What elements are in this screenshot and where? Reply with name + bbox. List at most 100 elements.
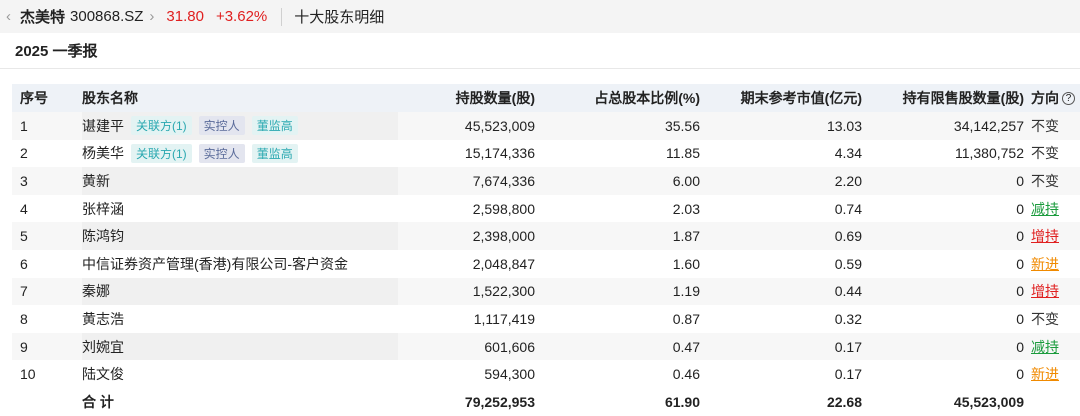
row-direction: 不变 bbox=[1024, 116, 1078, 136]
row-shares: 7,674,336 bbox=[472, 172, 535, 189]
header-shares[interactable]: 持股数量(股) bbox=[397, 88, 535, 108]
tag-controller[interactable]: 实控人 bbox=[198, 143, 245, 163]
shareholder-name[interactable]: 陈鸿钧 bbox=[82, 226, 124, 246]
name-cell-bg bbox=[82, 332, 398, 361]
direction-label: 不变 bbox=[1031, 172, 1059, 189]
row-restricted: 0 bbox=[1016, 283, 1024, 300]
table-row[interactable]: 8 黄志浩 1,117,419 0.87 0.32 0 不变 bbox=[12, 305, 1080, 333]
row-restricted: 11,380,752 bbox=[954, 145, 1024, 162]
direction-label: 不变 bbox=[1031, 145, 1059, 162]
table-row[interactable]: 1 谌建平 关联方(1) 实控人 董监高 45,523,009 35.56 13.03 34,1… bbox=[12, 112, 1080, 140]
stock-name: 杰美特 bbox=[20, 9, 66, 26]
row-direction: 新进 bbox=[1024, 364, 1078, 384]
name-cell-bg bbox=[82, 277, 398, 306]
table-row[interactable]: 5 陈鸿钧 2,398,000 1.87 0.69 0 增持 bbox=[12, 222, 1080, 250]
shareholder-name[interactable]: 刘婉宜 bbox=[82, 337, 124, 357]
header-idx: 序号 bbox=[20, 90, 48, 106]
table-row[interactable]: 10 陆文俊 594,300 0.46 0.17 0 新进 bbox=[12, 360, 1080, 388]
stock-price: 31.80 bbox=[166, 8, 204, 25]
header-dir-label: 方向 bbox=[1031, 90, 1059, 106]
table-row[interactable]: 3 黄新 7,674,336 6.00 2.20 0 不变 bbox=[12, 167, 1080, 195]
total-value: 22.68 bbox=[826, 393, 862, 410]
shareholder-name[interactable]: 秦娜 bbox=[82, 281, 110, 301]
row-idx: 10 bbox=[20, 366, 36, 383]
row-restricted: 0 bbox=[1016, 200, 1024, 217]
row-ratio: 11.85 bbox=[666, 145, 700, 162]
row-value: 4.34 bbox=[834, 145, 862, 162]
header-name-label: 股东名称 bbox=[82, 90, 138, 106]
row-direction: 新进 bbox=[1024, 254, 1078, 274]
row-restricted: 0 bbox=[1016, 310, 1024, 327]
table-row[interactable]: 9 刘婉宜 601,606 0.47 0.17 0 减持 bbox=[12, 332, 1080, 361]
row-restricted: 0 bbox=[1016, 338, 1024, 355]
stock-code: 300868.SZ bbox=[70, 8, 144, 25]
shareholder-name[interactable]: 黄新 bbox=[82, 171, 110, 191]
row-value: 0.59 bbox=[834, 255, 862, 272]
row-shares: 1,522,300 bbox=[472, 283, 535, 300]
direction-label: 不变 bbox=[1031, 310, 1059, 327]
name-cell-bg bbox=[82, 305, 398, 333]
table-row[interactable]: 2 杨美华 关联方(1) 实控人 董监高 15,174,336 11.85 4.34 11,38… bbox=[12, 139, 1080, 168]
table-row[interactable]: 7 秦娜 1,522,300 1.19 0.44 0 增持 bbox=[12, 277, 1080, 306]
section-title: 十大股东明细 bbox=[294, 9, 385, 26]
row-ratio: 35.56 bbox=[664, 117, 700, 134]
row-ratio: 1.60 bbox=[672, 255, 700, 272]
row-direction: 减持 bbox=[1024, 199, 1078, 219]
table-row[interactable]: 6 中信证券资产管理(香港)有限公司-客户资金 2,048,847 1.60 0.59 0… bbox=[12, 249, 1080, 278]
row-direction: 不变 bbox=[1024, 143, 1078, 163]
row-shares: 2,048,847 bbox=[472, 255, 535, 272]
row-shares: 45,523,009 bbox=[464, 117, 535, 134]
header-restricted[interactable]: 持有限售股数量(股) bbox=[862, 88, 1024, 108]
table-row[interactable]: 4 张梓涵 2,598,800 2.03 0.74 0 减持 bbox=[12, 194, 1080, 223]
row-idx: 3 bbox=[20, 172, 28, 189]
row-shares: 594,300 bbox=[484, 366, 535, 383]
report-period: 2025 一季报 bbox=[0, 33, 1080, 69]
row-restricted: 0 bbox=[1016, 172, 1024, 189]
row-direction: 增持 bbox=[1024, 226, 1078, 246]
row-shares: 2,598,800 bbox=[472, 200, 535, 217]
name-cell-bg bbox=[82, 167, 398, 195]
row-idx: 1 bbox=[20, 117, 28, 134]
shareholder-name[interactable]: 张梓涵 bbox=[82, 199, 124, 219]
row-restricted: 0 bbox=[1016, 255, 1024, 272]
help-icon[interactable]: ? bbox=[1062, 91, 1075, 105]
row-value: 0.74 bbox=[834, 200, 862, 217]
row-value: 2.20 bbox=[834, 172, 862, 189]
row-ratio: 1.19 bbox=[672, 283, 700, 300]
row-ratio: 1.87 bbox=[672, 228, 700, 245]
tag-controller[interactable]: 实控人 bbox=[198, 116, 245, 136]
row-idx: 5 bbox=[20, 228, 28, 245]
name-cell-bg bbox=[82, 194, 398, 223]
tag-related-party[interactable]: 关联方(1) bbox=[131, 116, 192, 136]
row-value: 0.32 bbox=[834, 310, 862, 327]
tag-executive[interactable]: 董监高 bbox=[251, 116, 298, 136]
row-value: 0.44 bbox=[834, 283, 862, 300]
row-shares: 15,174,336 bbox=[464, 145, 535, 162]
shareholder-name[interactable]: 黄志浩 bbox=[82, 309, 124, 329]
row-shares: 601,606 bbox=[484, 338, 535, 355]
stock-header-bar: ‹ 杰美特 300868.SZ › 31.80 +3.62% 十大股东明细 bbox=[0, 0, 1080, 33]
row-idx: 8 bbox=[20, 310, 28, 327]
direction-label: 增持 bbox=[1031, 283, 1059, 300]
row-idx: 2 bbox=[20, 145, 28, 162]
shareholder-name[interactable]: 中信证券资产管理(香港)有限公司-客户资金 bbox=[82, 254, 348, 274]
direction-label: 减持 bbox=[1031, 200, 1059, 217]
total-shares: 79,252,953 bbox=[464, 393, 535, 410]
shareholder-name[interactable]: 杨美华 bbox=[82, 143, 124, 163]
row-value: 0.17 bbox=[834, 338, 862, 355]
shareholder-name[interactable]: 陆文俊 bbox=[82, 364, 124, 384]
tag-related-party[interactable]: 关联方(1) bbox=[131, 143, 192, 163]
header-value[interactable]: 期末参考市值(亿元) bbox=[700, 88, 862, 108]
row-ratio: 0.87 bbox=[672, 310, 700, 327]
shareholder-name[interactable]: 谌建平 bbox=[82, 116, 124, 136]
table-header-row: 序号 股东名称 持股数量(股) 占总股本比例(%) 期末参考市值(亿元) 持有限… bbox=[12, 84, 1080, 112]
stock-change: +3.62% bbox=[215, 8, 268, 25]
tag-executive[interactable]: 董监高 bbox=[251, 143, 298, 163]
total-restricted: 45,523,009 bbox=[953, 393, 1024, 410]
row-idx: 9 bbox=[20, 338, 28, 355]
chevron-right-icon[interactable]: › bbox=[149, 8, 154, 25]
name-cell-bg bbox=[82, 222, 398, 250]
chevron-left-icon[interactable]: ‹ bbox=[6, 8, 18, 25]
row-ratio: 2.03 bbox=[672, 200, 700, 217]
header-ratio[interactable]: 占总股本比例(%) bbox=[535, 88, 700, 108]
